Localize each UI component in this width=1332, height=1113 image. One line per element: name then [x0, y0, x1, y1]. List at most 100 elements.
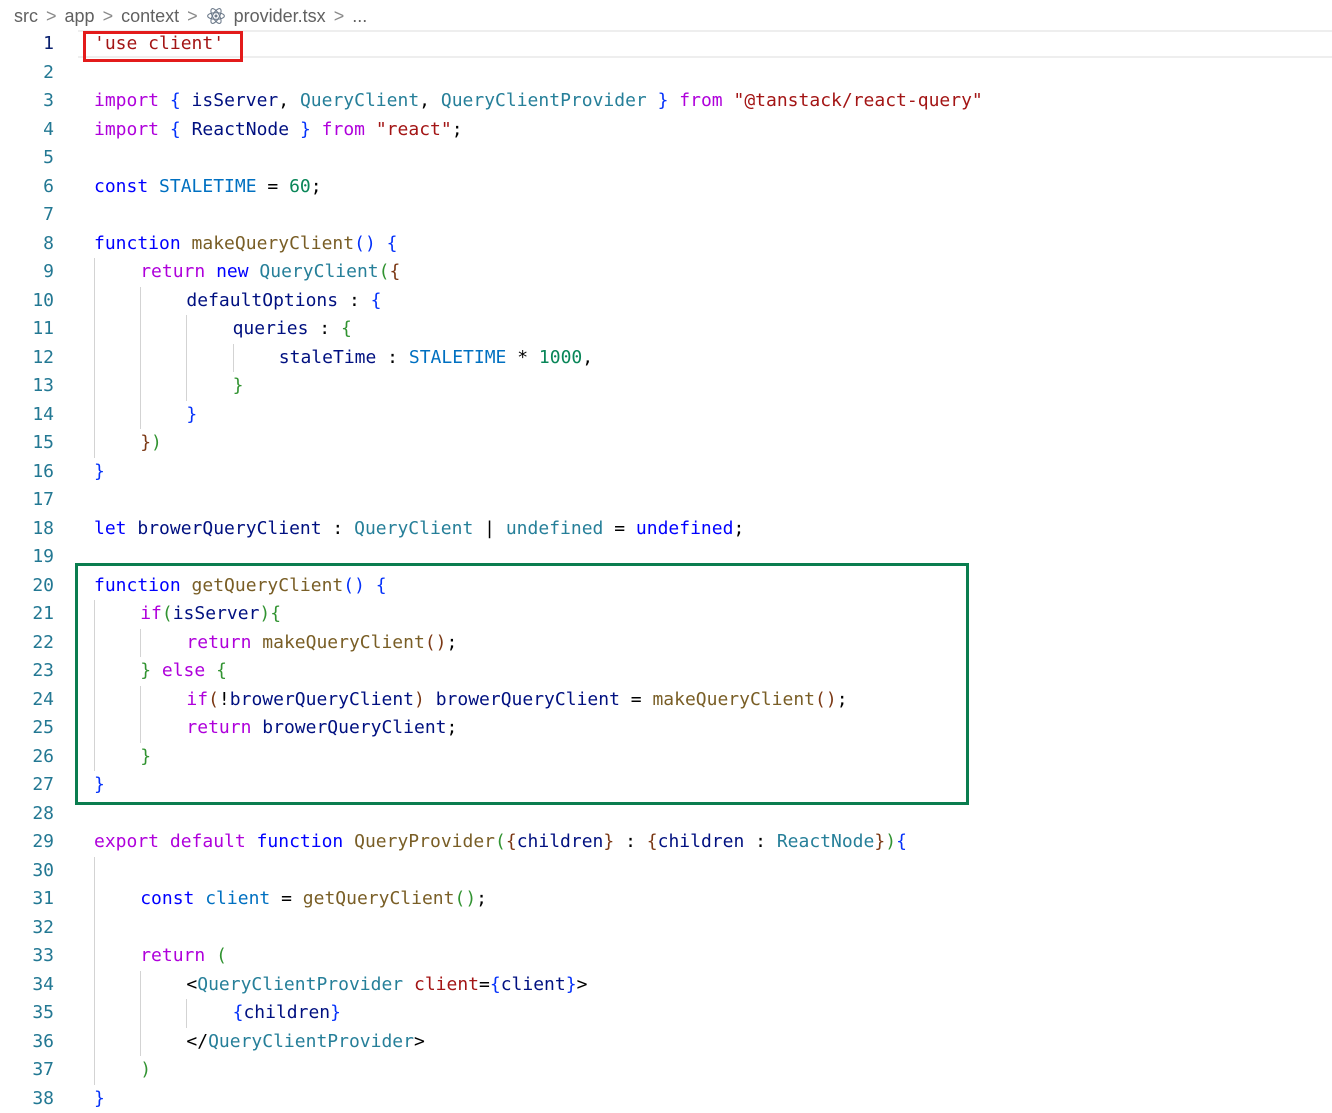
code-token: [194, 888, 205, 909]
line-number: 30: [0, 857, 54, 885]
code-text: function makeQueryClient() {: [94, 230, 397, 258]
code-line[interactable]: 10defaultOptions : {: [0, 287, 1332, 316]
breadcrumb-file[interactable]: provider.tsx: [234, 6, 326, 27]
code-text: const client = getQueryClient();: [140, 885, 487, 913]
code-token: QueryClient: [354, 518, 473, 539]
code-line[interactable]: 16}: [0, 458, 1332, 487]
line-number: 15: [0, 429, 54, 457]
code-line[interactable]: 3import { isServer, QueryClient, QueryCl…: [0, 87, 1332, 116]
code-line[interactable]: 29export default function QueryProvider(…: [0, 828, 1332, 857]
code-token: client: [414, 974, 479, 995]
code-token: [647, 90, 658, 111]
code-token: }: [658, 90, 669, 111]
code-line[interactable]: 14}: [0, 401, 1332, 430]
code-token: </: [186, 1031, 208, 1052]
code-token: export: [94, 831, 159, 852]
code-token: {: [389, 261, 400, 282]
code-line[interactable]: 5: [0, 144, 1332, 173]
code-text: </QueryClientProvider>: [186, 1028, 424, 1056]
code-line[interactable]: 11queries : {: [0, 315, 1332, 344]
line-number: 23: [0, 657, 54, 685]
code-token: [148, 176, 159, 197]
breadcrumb-symbols[interactable]: ...: [352, 6, 367, 27]
indent-guide: [94, 1056, 95, 1085]
code-token: }: [186, 404, 197, 425]
code-token: {: [170, 119, 181, 140]
line-number: 20: [0, 572, 54, 600]
code-token: *: [506, 347, 539, 368]
code-line[interactable]: 18let browerQueryClient : QueryClient | …: [0, 515, 1332, 544]
line-number: 7: [0, 201, 54, 229]
code-token: }: [566, 974, 577, 995]
breadcrumb-app[interactable]: app: [65, 6, 95, 27]
code-token: [249, 261, 260, 282]
code-text: return new QueryClient({: [140, 258, 400, 286]
breadcrumb-src[interactable]: src: [14, 6, 38, 27]
code-token: {: [647, 831, 658, 852]
code-text: {children}: [233, 999, 341, 1027]
breadcrumb-context[interactable]: context: [121, 6, 179, 27]
indent-guide: [94, 971, 95, 1000]
code-line[interactable]: 17: [0, 486, 1332, 515]
code-line[interactable]: 13}: [0, 372, 1332, 401]
code-token: QueryProvider: [354, 831, 495, 852]
code-line[interactable]: 33return (: [0, 942, 1332, 971]
code-text: <QueryClientProvider client={client}>: [186, 971, 587, 999]
code-token: ReactNode: [192, 119, 290, 140]
code-token: [205, 945, 216, 966]
indent-guide: [140, 999, 141, 1028]
code-token: 60: [289, 176, 311, 197]
code-text: queries : {: [233, 315, 352, 343]
code-text: }: [94, 458, 105, 486]
line-number: 21: [0, 600, 54, 628]
code-token: staleTime: [279, 347, 377, 368]
code-token: (): [454, 888, 476, 909]
indent-guide: [186, 315, 187, 344]
line-number: 29: [0, 828, 54, 856]
line-number: 38: [0, 1085, 54, 1113]
code-line[interactable]: 2: [0, 59, 1332, 88]
code-line[interactable]: 30: [0, 857, 1332, 886]
code-token: [127, 518, 138, 539]
highlight-box-get-query-client: [75, 563, 969, 805]
code-line[interactable]: 7: [0, 201, 1332, 230]
code-line[interactable]: 37): [0, 1056, 1332, 1085]
code-token: (): [354, 233, 376, 254]
code-token: QueryClientProvider: [208, 1031, 414, 1052]
code-token: "@tanstack/react-query": [734, 90, 983, 111]
indent-guide: [94, 401, 95, 430]
line-number: 10: [0, 287, 54, 315]
code-token: :: [376, 347, 409, 368]
code-line[interactable]: 34<QueryClientProvider client={client}>: [0, 971, 1332, 1000]
code-line[interactable]: 35{children}: [0, 999, 1332, 1028]
code-line[interactable]: 36</QueryClientProvider>: [0, 1028, 1332, 1057]
line-number: 12: [0, 344, 54, 372]
code-token: <: [186, 974, 197, 995]
code-line[interactable]: 12 staleTime : STALETIME * 1000,: [0, 344, 1332, 373]
code-line[interactable]: 32: [0, 914, 1332, 943]
code-line[interactable]: 38}: [0, 1085, 1332, 1113]
line-number: 8: [0, 230, 54, 258]
code-token: browerQueryClient: [137, 518, 321, 539]
line-number: 4: [0, 116, 54, 144]
line-number: 18: [0, 515, 54, 543]
code-token: ReactNode: [777, 831, 875, 852]
line-number: 14: [0, 401, 54, 429]
line-number: 25: [0, 714, 54, 742]
code-line[interactable]: 31const client = getQueryClient();: [0, 885, 1332, 914]
code-token: from: [322, 119, 365, 140]
code-text: import { ReactNode } from "react";: [94, 116, 463, 144]
indent-guide: [140, 315, 141, 344]
code-token: >: [577, 974, 588, 995]
code-line[interactable]: 4 import { ReactNode } from "react";: [0, 116, 1332, 145]
code-token: function: [94, 233, 181, 254]
code-token: "react": [376, 119, 452, 140]
code-text: staleTime : STALETIME * 1000,: [279, 344, 593, 372]
code-line[interactable]: 9return new QueryClient({: [0, 258, 1332, 287]
code-line[interactable]: 8 function makeQueryClient() {: [0, 230, 1332, 259]
code-line[interactable]: 6const STALETIME = 60;: [0, 173, 1332, 202]
code-line[interactable]: 15}): [0, 429, 1332, 458]
indent-guide: [94, 372, 95, 401]
code-text: ): [140, 1056, 151, 1084]
code-token: ): [140, 1059, 151, 1080]
